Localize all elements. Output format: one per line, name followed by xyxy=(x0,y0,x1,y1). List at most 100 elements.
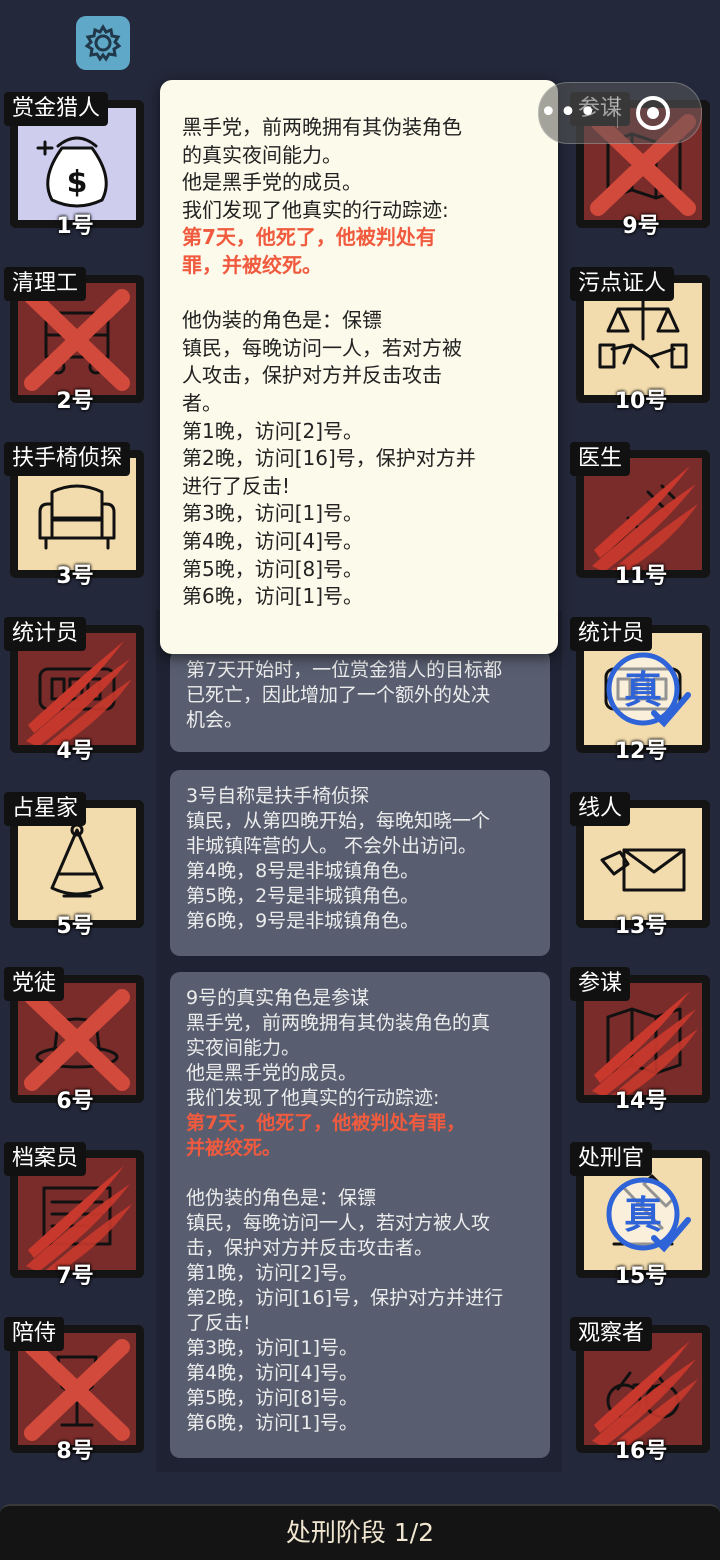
role-detail-popup[interactable]: 黑手党，前两晚拥有其伪装角色 的真实夜间能力。 他是黑手党的成员。 我们发现了他真实的… xyxy=(160,80,558,654)
phase-bar: 处刑阶段 1/2 xyxy=(0,1504,720,1560)
player-number: 13号 xyxy=(614,914,668,939)
message-line: 第3晚，访问[1]号。 xyxy=(182,501,364,526)
player-number: 14号 xyxy=(614,1089,668,1114)
message-line: 第6晚，访问[1]号。 xyxy=(182,584,364,609)
player-number: 11号 xyxy=(614,564,668,589)
message-line: 已死亡，因此增加了一个额外的处决 xyxy=(186,684,491,706)
message-line: 黑手党，前两晚拥有其伪装角色的真 xyxy=(186,1012,491,1034)
message-line: 第1晚，访问[2]号。 xyxy=(182,418,364,443)
message-claim-3: 3号自称是扶手椅侦探镇民，从第四晚开始，每晚知晓一个 非城镇阵营的人。 不会外出访… xyxy=(170,770,550,956)
player-card-12[interactable]: 真 统计员 12号 xyxy=(570,617,712,764)
player-number: 5号 xyxy=(56,914,94,939)
message-line: 非城镇阵营的人。 不会外出访问。 xyxy=(186,835,478,857)
message-line: 他伪装的角色是：保镖 xyxy=(186,1187,377,1209)
message-reveal-9: 9号的真实角色是参谋黑手党，前两晚拥有其伪装角色的真 实夜间能力。他是黑手党的成员… xyxy=(170,972,550,1458)
settings-button[interactable] xyxy=(76,16,130,70)
message-line: 罪，并被绞死。 xyxy=(182,252,322,277)
message-line: 第2晚，访问[16]号，保护对方并 xyxy=(182,446,476,471)
player-card-16[interactable]: 观察者 16号 xyxy=(570,1317,712,1464)
player-card-13[interactable]: 线人 13号 xyxy=(570,792,712,939)
message-line: 我们发现了他真实的行动踪迹: xyxy=(186,1087,440,1109)
player-card-15[interactable]: 真 处刑官 15号 xyxy=(570,1142,712,1289)
message-line: 的真实夜间能力。 xyxy=(182,142,342,167)
role-label: 污点证人 xyxy=(570,267,675,301)
player-number: 10号 xyxy=(614,389,668,414)
role-label: 陪侍 xyxy=(4,1317,65,1351)
more-dots-icon[interactable]: ••• xyxy=(539,98,599,128)
message-line: 第7天，他死了，他被判处有罪， xyxy=(186,1112,466,1134)
player-card-11[interactable]: 医生 11号 xyxy=(570,442,712,589)
mini-program-capsule: ••• xyxy=(538,82,702,144)
message-line: 者。 xyxy=(182,390,222,415)
message-line: 第4晚，访问[4]号。 xyxy=(186,1362,359,1384)
message-line: 第4晚，访问[4]号。 xyxy=(182,528,364,553)
player-card-2[interactable]: 清理工 2号 xyxy=(4,267,146,414)
role-label: 医生 xyxy=(570,442,631,476)
player-card-4[interactable]: 统计员 4号 xyxy=(4,617,146,764)
message-line: 实夜间能力。 xyxy=(186,1037,301,1059)
message-line: 他是黑手党的成员。 xyxy=(182,170,362,195)
target-icon[interactable] xyxy=(636,96,670,130)
role-label: 党徒 xyxy=(4,967,65,1001)
role-label: 扶手椅侦探 xyxy=(4,442,131,476)
player-number: 2号 xyxy=(56,389,94,414)
capsule-divider xyxy=(617,98,618,128)
player-card-1[interactable]: $ 赏金猎人 1号 xyxy=(4,92,146,239)
role-label: 占星家 xyxy=(4,792,87,826)
phase-label: 处刑阶段 1/2 xyxy=(285,1518,435,1547)
player-card-3[interactable]: 扶手椅侦探 3号 xyxy=(4,442,146,589)
message-line: 第3晚，访问[1]号。 xyxy=(186,1337,359,1359)
player-number: 16号 xyxy=(614,1439,668,1464)
message-line: 第6晚，9号是非城镇角色。 xyxy=(186,910,420,932)
message-line: 第5晚，访问[8]号。 xyxy=(186,1387,359,1409)
message-line: 机会。 xyxy=(186,709,244,731)
player-card-7[interactable]: 档案员 7号 xyxy=(4,1142,146,1289)
message-line: 进行了反击! xyxy=(182,473,291,498)
message-line: 他是黑手党的成员。 xyxy=(186,1062,358,1084)
svg-text:真: 真 xyxy=(624,1193,662,1237)
player-number: 7号 xyxy=(56,1264,94,1289)
player-card-5[interactable]: 占星家 5号 xyxy=(4,792,146,939)
role-label: 观察者 xyxy=(570,1317,653,1351)
message-line: 他伪装的角色是：保镖 xyxy=(182,308,382,333)
player-card-6[interactable]: 党徒 6号 xyxy=(4,967,146,1114)
message-line: 第2晚，访问[16]号，保护对方并进行 xyxy=(186,1287,504,1309)
player-card-8[interactable]: 陪侍 8号 xyxy=(4,1317,146,1464)
player-number: 8号 xyxy=(56,1439,94,1464)
message-line: 第1晚，访问[2]号。 xyxy=(186,1262,359,1284)
message-line: 黑手党，前两晚拥有其伪装角色 xyxy=(182,115,462,139)
role-label: 统计员 xyxy=(4,617,87,651)
player-number: 3号 xyxy=(56,564,94,589)
message-line: 人攻击，保护对方并反击攻击 xyxy=(182,363,442,388)
player-number: 15号 xyxy=(614,1264,668,1289)
message-line: 镇民，每晚访问一人，若对方被人攻 xyxy=(186,1212,491,1234)
role-label: 线人 xyxy=(570,792,631,826)
role-label: 赏金猎人 xyxy=(4,92,109,126)
message-line: 9号的真实角色是参谋 xyxy=(186,987,370,1009)
message-line: 击，保护对方并反击攻击者。 xyxy=(186,1237,434,1259)
svg-text:真: 真 xyxy=(624,668,662,712)
player-number: 12号 xyxy=(614,739,668,764)
role-label: 统计员 xyxy=(570,617,653,651)
message-line: 我们发现了他真实的行动踪迹: xyxy=(182,197,449,222)
svg-text:$: $ xyxy=(67,165,88,200)
player-card-14[interactable]: 参谋 14号 xyxy=(570,967,712,1114)
role-label: 参谋 xyxy=(570,967,631,1001)
message-line: 并被绞死。 xyxy=(186,1137,282,1159)
message-line: 第7天开始时，一位赏金猎人的目标都 xyxy=(186,659,503,681)
gear-icon xyxy=(84,24,122,62)
message-line: 第7天，他死了，他被判处有 xyxy=(182,225,436,250)
message-line: 3号自称是扶手椅侦探 xyxy=(186,785,370,807)
player-number: 1号 xyxy=(56,214,94,239)
message-line: 镇民，从第四晚开始，每晚知晓一个 xyxy=(186,810,491,832)
message-line: 第4晚，8号是非城镇角色。 xyxy=(186,860,420,882)
role-label: 清理工 xyxy=(4,267,87,301)
player-number: 9号 xyxy=(622,214,660,239)
message-line: 了反击! xyxy=(186,1312,251,1334)
player-card-10[interactable]: 污点证人 10号 xyxy=(570,267,712,414)
message-line: 第5晚，访问[8]号。 xyxy=(182,556,364,581)
top-bar xyxy=(0,0,720,80)
message-line: 第5晚，2号是非城镇角色。 xyxy=(186,885,420,907)
